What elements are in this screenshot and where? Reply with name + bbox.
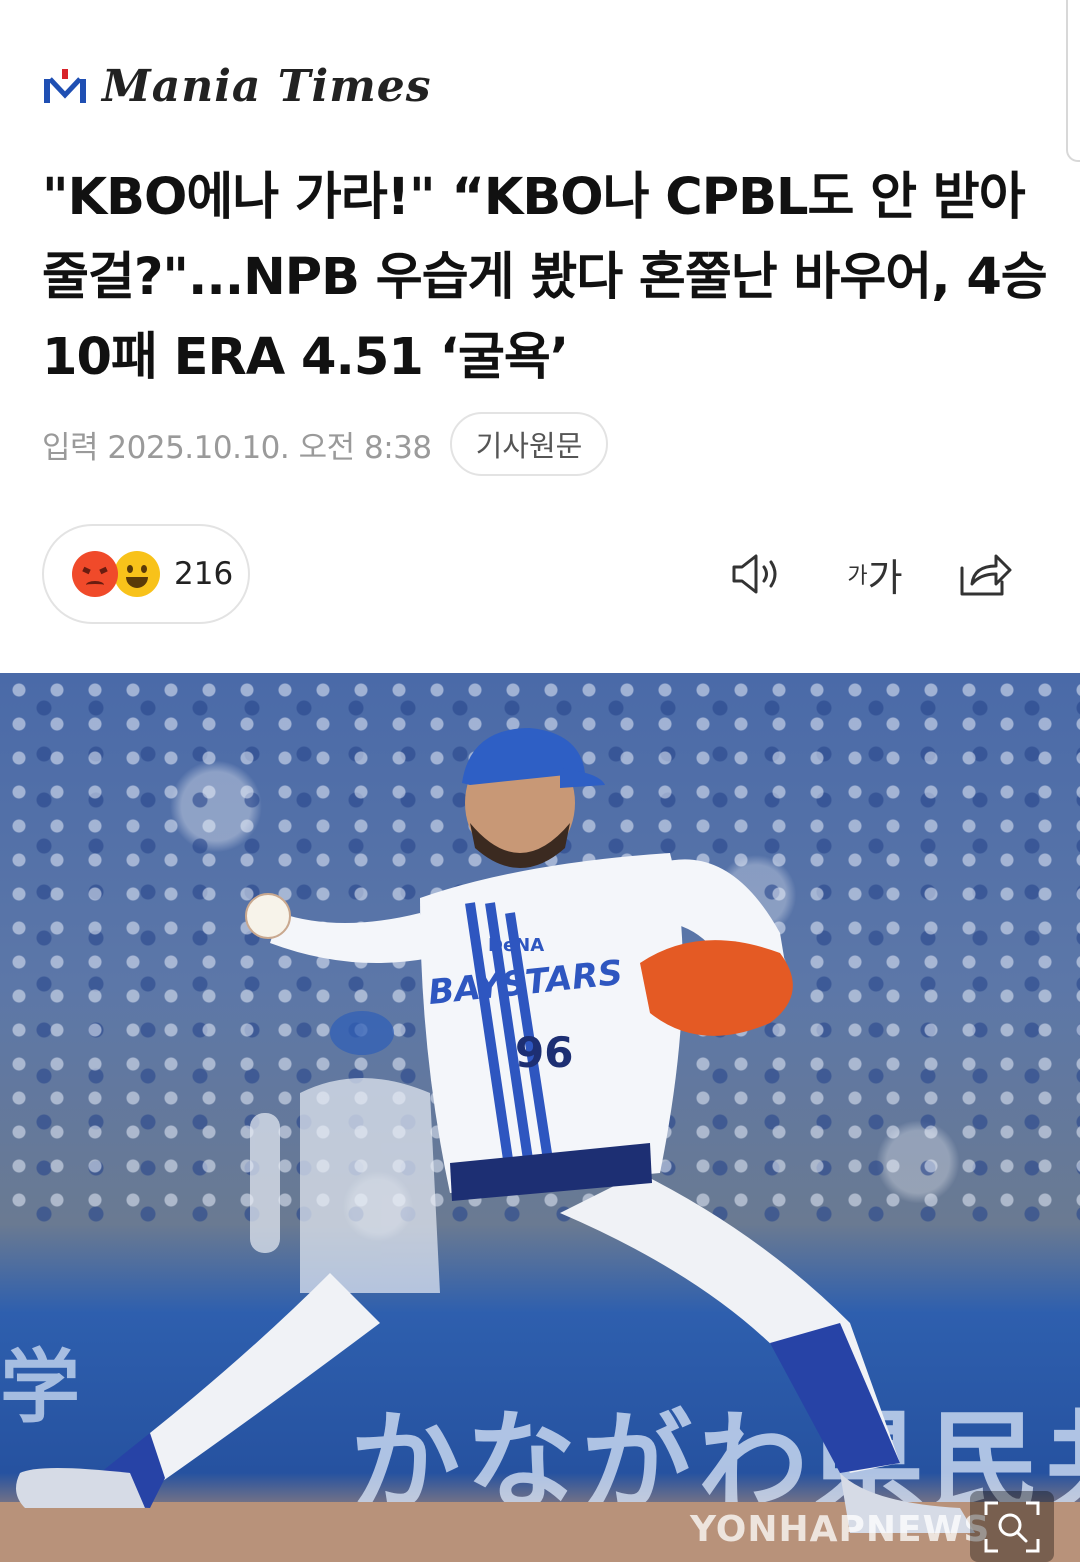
jersey-sponsor: DeNA [488,935,545,956]
share-icon [960,554,1012,596]
scrollbar[interactable] [1066,0,1080,162]
article-meta: 입력 2025.10.10. 오전 8:38 기사원문 [42,412,609,476]
listen-button[interactable] [726,544,786,604]
article-photo[interactable]: 学 かながわ県民共済 BAYSTARS [0,673,1080,1562]
angry-emoji-icon [72,551,118,597]
font-big-label: 가 [867,555,903,600]
logo-text: Mania Times [102,60,432,112]
speaker-icon [732,554,777,594]
jersey-number: 96 [515,1028,574,1077]
zoom-icon [984,1501,1040,1552]
share-button[interactable] [956,544,1016,604]
font-size-button[interactable]: 가 가 [840,544,910,604]
mania-times-logo-icon [44,69,86,103]
happy-emoji-icon [114,551,160,597]
pitcher-figure [16,728,975,1533]
article-headline: "KBO에나 가라!" “KBO나 CPBL도 안 받아줄걸?"...NPB 우… [42,168,1048,387]
original-article-button[interactable]: 기사원문 [449,412,609,476]
zoom-button[interactable] [970,1491,1054,1562]
font-small-label: 가 [847,564,868,589]
reaction-count: 216 [174,556,234,592]
photo-watermark: YONHAPNEWS [690,1509,991,1550]
reaction-button[interactable]: 216 [42,524,250,624]
publish-date: 입력 2025.10.10. 오전 8:38 [42,429,432,466]
site-logo[interactable]: Mania Times [42,58,432,114]
